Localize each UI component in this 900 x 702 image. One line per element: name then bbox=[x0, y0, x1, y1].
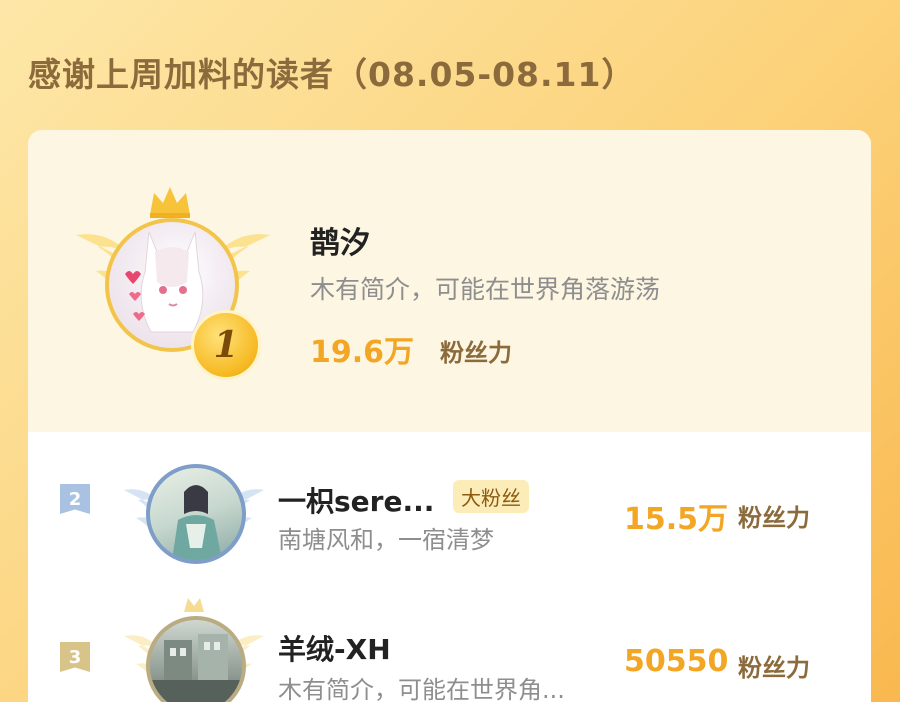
fans-value: 15.5万 bbox=[624, 502, 729, 537]
reader-bio: 南塘风和，一宿清梦 bbox=[278, 526, 494, 554]
list-item[interactable]: 3 羊绒-XH 木有简介，可能在世界角... 50550 粉丝力 bbox=[28, 582, 871, 702]
reader-name: 羊绒-XH bbox=[278, 633, 391, 666]
rank-badge: 3 bbox=[60, 642, 90, 672]
fans-label: 粉丝力 bbox=[440, 339, 512, 367]
reader-name: 鹊汐 bbox=[310, 226, 370, 261]
fans-value: 50550 bbox=[624, 644, 729, 679]
page-title: 感谢上周加料的读者（08.05-08.11） bbox=[28, 55, 636, 94]
reader-bio: 木有简介，可能在世界角落游荡 bbox=[310, 275, 661, 304]
fans-label: 粉丝力 bbox=[738, 654, 810, 682]
heart-icon bbox=[125, 271, 141, 284]
reader-name: 一枳sere... bbox=[278, 485, 435, 518]
fans-value: 19.6万 bbox=[310, 335, 415, 370]
reader-bio: 木有简介，可能在世界角... bbox=[278, 676, 565, 702]
top-reader-section[interactable]: 1 鹊汐 木有简介，可能在世界角落游荡 19.6万 粉丝力 bbox=[28, 130, 871, 432]
fan-level-badge: 大粉丝 bbox=[453, 480, 529, 513]
rank-1-badge: 1 bbox=[191, 310, 261, 380]
ranking-card: 1 鹊汐 木有简介，可能在世界角落游荡 19.6万 粉丝力 2 一枳sere..… bbox=[28, 130, 871, 702]
rank-badge: 2 bbox=[60, 484, 90, 514]
fans-label: 粉丝力 bbox=[738, 504, 810, 532]
avatar[interactable] bbox=[146, 464, 246, 564]
crown-icon bbox=[150, 187, 190, 218]
list-item[interactable]: 2 一枳sere... 大粉丝 南塘风和，一宿清梦 15.5万 粉丝力 bbox=[28, 432, 871, 582]
